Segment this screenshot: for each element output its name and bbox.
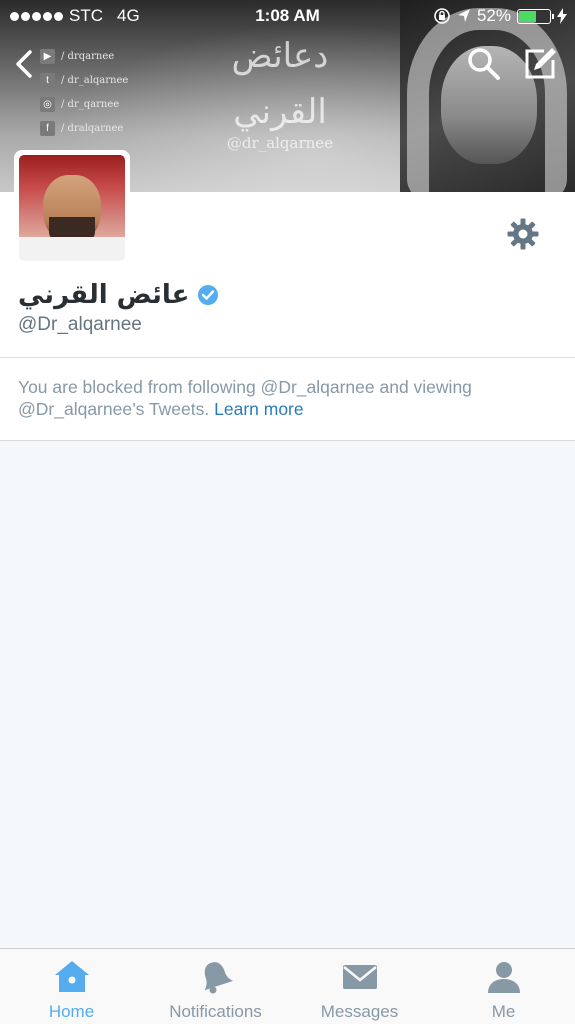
- banner-portrait-headscarf: [407, 8, 567, 192]
- blocked-notice: You are blocked from following @Dr_alqar…: [0, 358, 575, 440]
- divider: [0, 440, 575, 441]
- bell-icon: [204, 962, 233, 994]
- search-button[interactable]: [466, 46, 502, 82]
- bottom-tab-bar: Home Notifications Messages Me: [0, 948, 575, 1024]
- tab-label: Home: [48, 1002, 95, 1021]
- home-icon: [54, 961, 89, 992]
- avatar-clothing: [19, 237, 125, 261]
- charging-bolt-icon: [557, 8, 567, 24]
- verified-badge-icon: [198, 285, 219, 305]
- location-arrow-icon: [457, 9, 470, 22]
- tab-home[interactable]: Home: [0, 949, 143, 1024]
- gear-icon[interactable]: [506, 217, 540, 251]
- profile-section: عائض القرني @Dr_alqarnee: [0, 150, 575, 358]
- learn-more-link[interactable]: Learn more: [214, 399, 304, 419]
- social-row-facebook: f / dralqarnee: [40, 116, 180, 140]
- envelope-icon: [342, 965, 377, 989]
- person-icon: [487, 962, 520, 993]
- twitter-icon: t: [40, 72, 55, 88]
- youtube-icon: ▶: [40, 48, 55, 64]
- profile-name: عائض القرني: [18, 280, 190, 310]
- compose-tweet-button[interactable]: [522, 46, 558, 82]
- social-row-instagram: ◎ / dr_qarnee: [40, 92, 180, 116]
- social-text: / dr_qarnee: [61, 98, 120, 110]
- tab-label: Notifications: [169, 1002, 262, 1021]
- tab-notifications[interactable]: Notifications: [144, 949, 287, 1024]
- facebook-icon: f: [40, 120, 55, 136]
- social-row-youtube: ▶ / drqarnee: [40, 44, 180, 68]
- status-right: 52%: [433, 6, 567, 26]
- rotation-lock-icon: [434, 8, 450, 24]
- profile-avatar[interactable]: [14, 150, 130, 266]
- banner-logo: دعائض القرني @dr_alqarnee: [210, 28, 350, 152]
- tab-me[interactable]: Me: [432, 949, 575, 1024]
- tab-label: Me: [491, 1002, 516, 1021]
- banner-logo-handle: @dr_alqarnee: [226, 134, 334, 152]
- social-text: / drqarnee: [61, 50, 115, 62]
- instagram-icon: ◎: [40, 96, 55, 112]
- social-text: / dralqarnee: [61, 122, 124, 134]
- profile-name-row: عائض القرني: [18, 280, 219, 310]
- tab-messages[interactable]: Messages: [288, 949, 431, 1024]
- banner-social-links: ▶ / drqarnee t / dr_alqarnee ◎ / dr_qarn…: [40, 44, 180, 140]
- battery-percent: 52%: [476, 6, 511, 25]
- social-text: / dr_alqarnee: [61, 74, 129, 86]
- avatar-image: [19, 155, 125, 261]
- social-row-twitter: t / dr_alqarnee: [40, 68, 180, 92]
- profile-handle: @Dr_alqarnee: [18, 314, 142, 335]
- banner-logo-title: دعائض القرني: [231, 36, 329, 132]
- status-bar: STC 4G 1:08 AM 52%: [0, 0, 575, 32]
- tab-label: Messages: [320, 1002, 399, 1021]
- battery-icon: [517, 8, 554, 24]
- back-button[interactable]: [10, 46, 40, 82]
